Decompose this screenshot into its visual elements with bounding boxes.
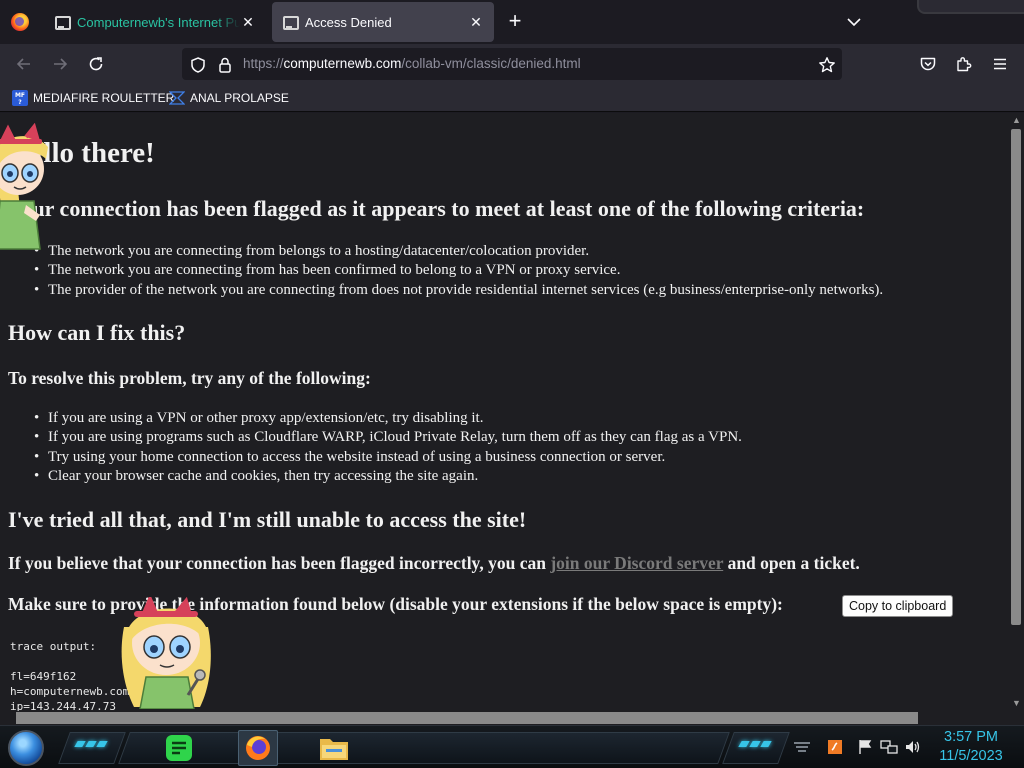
trace-line: h=computernewb.com (10, 685, 130, 698)
extensions-button[interactable] (952, 52, 976, 76)
bookmark-label: ANAL PROLAPSE (190, 91, 289, 105)
bookmark-anal-prolapse[interactable]: ANAL PROLAPSE (169, 89, 289, 107)
clock-date: 11/5/2023 (939, 748, 1003, 764)
copy-to-clipboard-button[interactable]: Copy to clipboard (842, 595, 954, 617)
list-item: The network you are connecting from belo… (34, 242, 883, 262)
cartoon-character-sticker (121, 597, 211, 709)
trace-line: fl=649f162 (10, 670, 77, 683)
bookmark-label: MEDIAFIRE ROULETTER (33, 91, 175, 105)
show-desktop-icon[interactable] (793, 738, 811, 756)
tab-title: Access Denied (305, 14, 392, 30)
list-item: If you are using programs such as Cloudf… (34, 428, 742, 448)
bookmarks-toolbar: MF ? MEDIAFIRE ROULETTER ANAL PROLAPSE (0, 84, 1024, 112)
monitor-icon (282, 15, 299, 30)
lock-icon[interactable] (216, 56, 234, 74)
close-tab-icon[interactable]: ✕ (468, 14, 484, 30)
puzzle-icon (957, 57, 972, 72)
start-button[interactable] (8, 730, 44, 766)
notes-app-button[interactable] (161, 730, 197, 766)
list-item: The provider of the network you are conn… (34, 281, 883, 301)
trace-line: ip=143.244.47.73 (10, 700, 116, 711)
file-explorer-icon (320, 739, 348, 760)
list-item: Try using your home connection to access… (34, 448, 742, 468)
java-update-icon[interactable] (826, 738, 844, 756)
horizontal-scrollbar[interactable] (0, 711, 1024, 725)
hamburger-menu-icon (994, 58, 1006, 70)
firefox-icon (246, 736, 270, 760)
cartoon-character-sticker (0, 123, 48, 250)
arrow-right-icon (54, 58, 68, 70)
tab-internet-pub[interactable]: Computernewb's Internet Pub ✕ (44, 2, 266, 42)
taskbar-decoration (74, 741, 108, 747)
notes-app-icon (166, 735, 192, 761)
page-content: Hello there! Your connection has been fl… (0, 113, 1008, 711)
svg-text:?: ? (18, 99, 22, 106)
scrollbar-thumb[interactable] (16, 712, 918, 724)
system-clock[interactable]: 3:57 PM 11/5/2023 (930, 728, 1012, 766)
taskbar: 3:57 PM 11/5/2023 (0, 725, 1024, 768)
svg-text:MF: MF (15, 92, 25, 99)
scroll-down-arrow-icon[interactable]: ▼ (1012, 699, 1021, 708)
speaker-icon[interactable] (904, 738, 922, 756)
monitor-icon (54, 15, 71, 30)
bookmark-chevron-icon (169, 91, 185, 105)
network-icon[interactable] (880, 738, 898, 756)
arrow-left-icon (16, 58, 30, 70)
fix-heading: How can I fix this? (8, 320, 186, 345)
back-button[interactable] (12, 52, 36, 76)
fixes-list: If you are using a VPN or other proxy ap… (34, 409, 742, 487)
tab-strip: Computernewb's Internet Pub ✕ Access Den… (0, 0, 1024, 44)
reload-icon (89, 57, 103, 71)
scroll-up-arrow-icon[interactable]: ▲ (1012, 116, 1021, 125)
list-item: The network you are connecting from has … (34, 261, 883, 281)
file-explorer-button[interactable] (316, 730, 352, 766)
app-menu-button[interactable] (988, 52, 1012, 76)
bookmark-mediafire[interactable]: MF ? MEDIAFIRE ROULETTER (12, 89, 174, 107)
mediafire-icon: MF ? (12, 90, 28, 106)
tab-access-denied[interactable]: Access Denied ✕ (272, 2, 494, 42)
discord-link[interactable]: join our Discord server (550, 553, 723, 573)
reload-button[interactable] (84, 52, 108, 76)
tried-heading: I've tried all that, and I'm still unabl… (8, 507, 527, 532)
taskbar-decoration (738, 741, 772, 747)
taskbar-decoration (722, 732, 790, 764)
window-frame-decoration (917, 0, 1024, 14)
new-tab-button[interactable]: + (503, 10, 527, 34)
forward-button[interactable] (48, 52, 72, 76)
navigation-toolbar: https://computernewb.com/collab-vm/class… (0, 44, 1024, 84)
clock-time: 3:57 PM (944, 729, 998, 745)
firefox-icon (11, 13, 29, 31)
pocket-icon (920, 57, 936, 71)
address-bar[interactable]: https://computernewb.com/collab-vm/class… (182, 48, 842, 80)
list-item: If you are using a VPN or other proxy ap… (34, 409, 742, 429)
pocket-button[interactable] (916, 52, 940, 76)
resolve-heading: To resolve this problem, try any of the … (8, 368, 371, 388)
close-tab-icon[interactable]: ✕ (240, 14, 256, 30)
scrollbar-thumb[interactable] (1011, 129, 1021, 625)
vertical-scrollbar[interactable]: ▲ ▼ (1008, 113, 1024, 711)
chevron-down-icon (847, 18, 861, 27)
flag-heading: Your connection has been flagged as it a… (8, 196, 865, 221)
incorrect-text: If you believe that your connection has … (8, 553, 860, 573)
star-icon[interactable] (818, 56, 836, 74)
shield-icon[interactable] (189, 56, 207, 74)
firefox-view-button[interactable] (8, 9, 32, 35)
tab-title: Computernewb's Internet Pub (77, 14, 240, 30)
list-all-tabs-button[interactable] (842, 10, 866, 34)
list-item: Clear your browser cache and cookies, th… (34, 467, 742, 487)
taskbar-decoration (58, 732, 126, 764)
url-text[interactable]: https://computernewb.com/collab-vm/class… (243, 56, 581, 71)
firefox-taskbar-button[interactable] (238, 730, 278, 766)
taskbar-decoration (118, 732, 730, 764)
flag-icon[interactable] (856, 738, 874, 756)
trace-output: trace output: fl=649f162 h=computernewb.co… (10, 639, 129, 711)
criteria-list: The network you are connecting from belo… (34, 242, 883, 301)
trace-label: trace output: (10, 640, 97, 653)
